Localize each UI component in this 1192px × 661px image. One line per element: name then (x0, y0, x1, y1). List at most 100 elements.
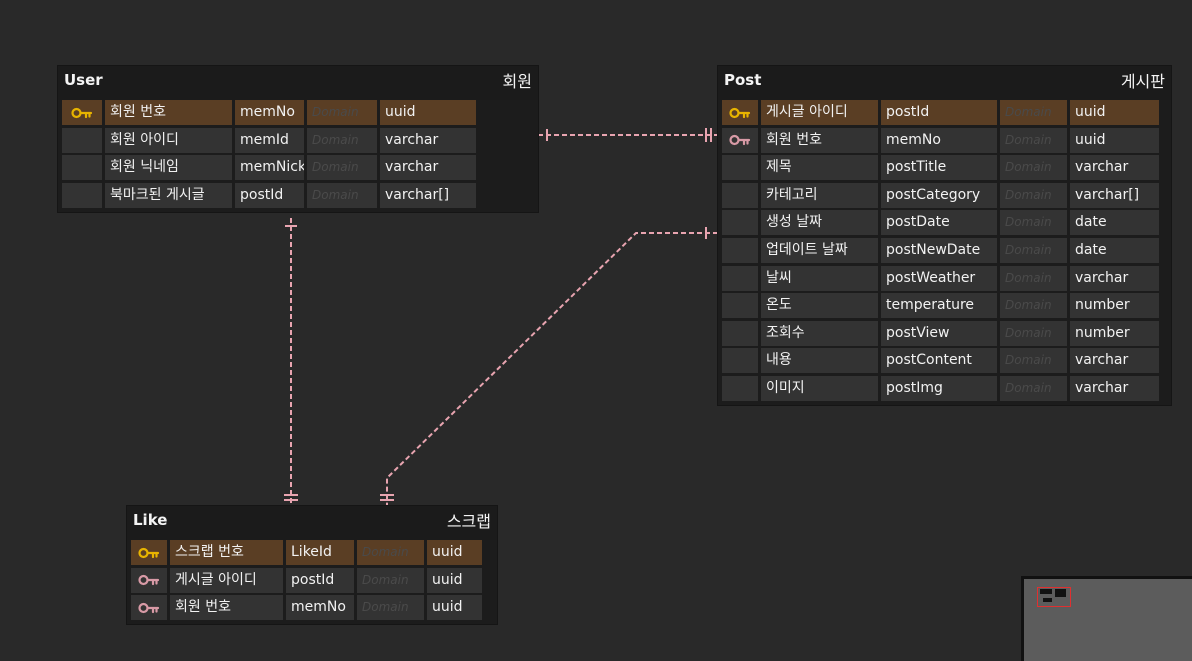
entity-header[interactable]: User 회원 (58, 66, 538, 100)
column-domain[interactable]: Domain (1000, 348, 1067, 374)
relation-user-post[interactable] (538, 128, 718, 142)
erd-canvas[interactable]: User 회원 회원 번호 memNo Domain uuid 회원 아이디 memId D… (0, 0, 1192, 661)
column-physical-name[interactable]: postId (235, 182, 304, 208)
column-logical-name[interactable]: 업데이트 날짜 (761, 237, 878, 263)
column-data-type[interactable]: varchar (1070, 265, 1159, 291)
column-domain[interactable]: Domain (357, 567, 424, 593)
column-physical-name[interactable]: postDate (881, 210, 997, 236)
column-row[interactable]: 이미지 postImg Domain varchar (722, 375, 1167, 401)
column-data-type[interactable]: uuid (427, 540, 482, 565)
minimap[interactable] (1021, 576, 1192, 661)
column-data-type[interactable]: varchar (1070, 155, 1159, 181)
column-data-type[interactable]: number (1070, 293, 1159, 319)
column-domain[interactable]: Domain (357, 595, 424, 621)
column-logical-name[interactable]: 회원 닉네임 (105, 155, 232, 181)
column-physical-name[interactable]: postWeather (881, 265, 997, 291)
column-row[interactable]: 회원 아이디 memId Domain varchar (62, 127, 534, 153)
entity-header[interactable]: Post 게시판 (718, 66, 1171, 100)
column-domain[interactable]: Domain (1000, 182, 1067, 208)
column-domain[interactable]: Domain (307, 155, 377, 181)
column-domain[interactable]: Domain (1000, 265, 1067, 291)
column-domain[interactable]: Domain (1000, 237, 1067, 263)
column-data-type[interactable]: varchar (380, 127, 476, 153)
column-logical-name[interactable]: 게시글 아이디 (170, 567, 283, 593)
column-domain[interactable]: Domain (1000, 375, 1067, 401)
column-physical-name[interactable]: postId (286, 567, 354, 593)
column-row[interactable]: 조회수 postView Domain number (722, 320, 1167, 346)
column-row[interactable]: 북마크된 게시글 postId Domain varchar[] (62, 182, 534, 208)
column-physical-name[interactable]: postImg (881, 375, 997, 401)
column-logical-name[interactable]: 제목 (761, 155, 878, 181)
column-logical-name[interactable]: 회원 아이디 (105, 127, 232, 153)
column-data-type[interactable]: date (1070, 210, 1159, 236)
column-physical-name[interactable]: memNo (286, 595, 354, 621)
column-data-type[interactable]: date (1070, 237, 1159, 263)
column-data-type[interactable]: uuid (427, 595, 482, 621)
column-physical-name[interactable]: postTitle (881, 155, 997, 181)
column-row[interactable]: 생성 날짜 postDate Domain date (722, 210, 1167, 236)
column-logical-name[interactable]: 온도 (761, 293, 878, 319)
column-physical-name[interactable]: memNickname (235, 155, 304, 181)
column-logical-name[interactable]: 카테고리 (761, 182, 878, 208)
column-row[interactable]: 회원 번호 memNo Domain uuid (722, 127, 1167, 153)
column-data-type[interactable]: varchar (1070, 348, 1159, 374)
column-domain[interactable]: Domain (1000, 293, 1067, 319)
column-logical-name[interactable]: 회원 번호 (105, 100, 232, 125)
column-data-type[interactable]: uuid (427, 567, 482, 593)
column-data-type[interactable]: varchar (1070, 375, 1159, 401)
column-row[interactable]: 업데이트 날짜 postNewDate Domain date (722, 237, 1167, 263)
column-row[interactable]: 게시글 아이디 postId Domain uuid (131, 567, 493, 593)
column-data-type[interactable]: varchar (380, 155, 476, 181)
column-data-type[interactable]: varchar[] (380, 182, 476, 208)
entity-like[interactable]: Like 스크랩 스크랩 번호 LikeId Domain uuid 게시글 아이디 po… (127, 506, 497, 625)
column-domain[interactable]: Domain (307, 100, 377, 125)
column-data-type[interactable]: number (1070, 320, 1159, 346)
column-physical-name[interactable]: postContent (881, 348, 997, 374)
column-row[interactable]: 게시글 아이디 postId Domain uuid (722, 100, 1167, 125)
column-logical-name[interactable]: 이미지 (761, 375, 878, 401)
column-physical-name[interactable]: postCategory (881, 182, 997, 208)
column-row[interactable]: 온도 temperature Domain number (722, 293, 1167, 319)
column-physical-name[interactable]: memNo (881, 127, 997, 153)
column-row[interactable]: 카테고리 postCategory Domain varchar[] (722, 182, 1167, 208)
column-logical-name[interactable]: 북마크된 게시글 (105, 182, 232, 208)
column-row[interactable]: 회원 번호 memNo Domain uuid (131, 595, 493, 621)
column-physical-name[interactable]: temperature (881, 293, 997, 319)
column-domain[interactable]: Domain (307, 182, 377, 208)
minimap-viewport[interactable] (1037, 587, 1071, 607)
column-logical-name[interactable]: 생성 날짜 (761, 210, 878, 236)
column-data-type[interactable]: uuid (1070, 100, 1159, 125)
column-physical-name[interactable]: LikeId (286, 540, 354, 565)
column-data-type[interactable]: varchar[] (1070, 182, 1159, 208)
column-row[interactable]: 회원 번호 memNo Domain uuid (62, 100, 534, 125)
column-logical-name[interactable]: 내용 (761, 348, 878, 374)
column-domain[interactable]: Domain (1000, 100, 1067, 125)
column-physical-name[interactable]: postView (881, 320, 997, 346)
entity-post[interactable]: Post 게시판 게시글 아이디 postId Domain uuid 회원 번호 mem… (718, 66, 1171, 405)
column-physical-name[interactable]: memNo (235, 100, 304, 125)
column-domain[interactable]: Domain (1000, 320, 1067, 346)
column-data-type[interactable]: uuid (380, 100, 476, 125)
column-row[interactable]: 제목 postTitle Domain varchar (722, 155, 1167, 181)
column-domain[interactable]: Domain (307, 127, 377, 153)
column-logical-name[interactable]: 날씨 (761, 265, 878, 291)
column-domain[interactable]: Domain (1000, 127, 1067, 153)
column-domain[interactable]: Domain (1000, 210, 1067, 236)
column-domain[interactable]: Domain (357, 540, 424, 565)
column-data-type[interactable]: uuid (1070, 127, 1159, 153)
column-row[interactable]: 날씨 postWeather Domain varchar (722, 265, 1167, 291)
entity-header[interactable]: Like 스크랩 (127, 506, 497, 540)
column-row[interactable]: 회원 닉네임memNicknameDomainvarchar (62, 155, 534, 181)
column-row[interactable]: 스크랩 번호 LikeId Domain uuid (131, 540, 493, 565)
column-row[interactable]: 내용 postContent Domain varchar (722, 348, 1167, 374)
column-physical-name[interactable]: memId (235, 127, 304, 153)
entity-user[interactable]: User 회원 회원 번호 memNo Domain uuid 회원 아이디 memId D… (58, 66, 538, 212)
column-logical-name[interactable]: 회원 번호 (170, 595, 283, 621)
column-physical-name[interactable]: postId (881, 100, 997, 125)
column-physical-name[interactable]: postNewDate (881, 237, 997, 263)
column-logical-name[interactable]: 스크랩 번호 (170, 540, 283, 565)
relation-post-like[interactable] (380, 227, 718, 506)
column-logical-name[interactable]: 게시글 아이디 (761, 100, 878, 125)
relation-user-like[interactable] (284, 218, 298, 506)
column-logical-name[interactable]: 회원 번호 (761, 127, 878, 153)
